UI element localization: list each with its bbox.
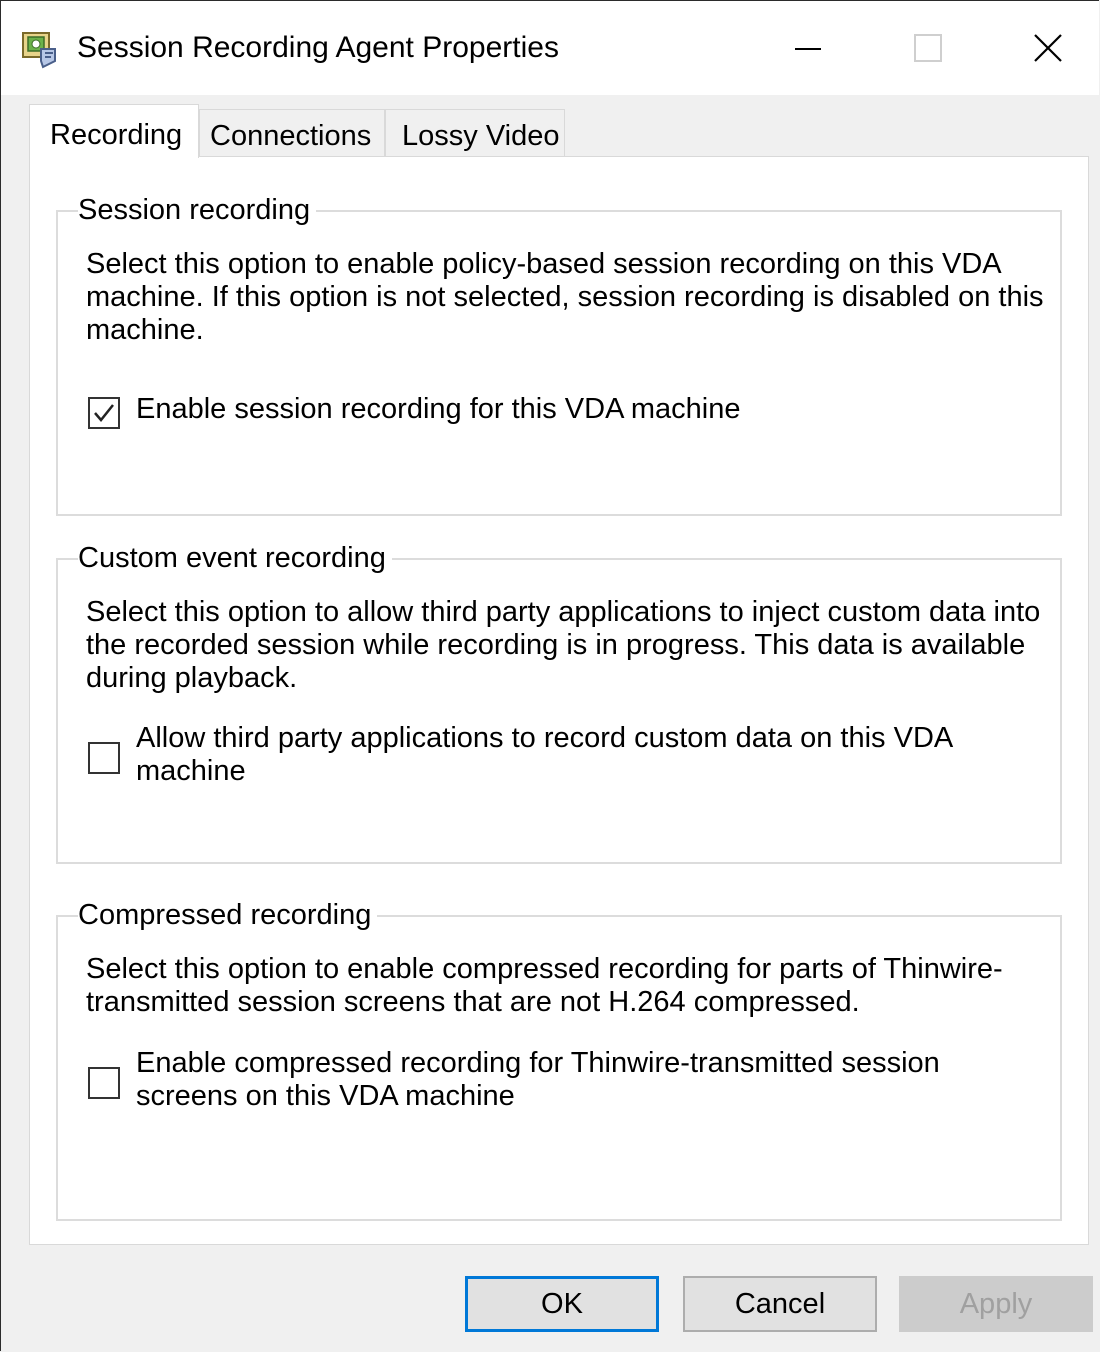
tab-connections[interactable]: Connections — [199, 109, 385, 157]
minimize-icon — [795, 48, 821, 50]
tab-recording[interactable]: Recording — [29, 104, 199, 158]
enable-compressed-recording-option[interactable]: Enable compressed recording for Thinwire… — [86, 1047, 1046, 1117]
checkmark-icon — [94, 404, 114, 422]
dialog-body: Recording Connections Lossy Video Sessio… — [1, 95, 1099, 1352]
group-title: Compressed recording — [78, 895, 378, 935]
checkbox-label: Enable session recording for this VDA ma… — [136, 393, 741, 425]
cancel-button[interactable]: Cancel — [683, 1276, 877, 1332]
maximize-button[interactable] — [873, 1, 983, 95]
custom-event-recording-group: Custom event recording Select this optio… — [56, 538, 1062, 864]
checkbox-label: Enable compressed recording for Thinwire… — [136, 1047, 940, 1112]
enable-session-recording-checkbox[interactable] — [88, 397, 120, 429]
allow-custom-data-checkbox[interactable] — [88, 742, 120, 774]
tab-label: Connections — [210, 120, 372, 152]
close-button[interactable] — [993, 1, 1100, 95]
ok-button[interactable]: OK — [465, 1276, 659, 1332]
title-bar[interactable]: Session Recording Agent Properties — [1, 1, 1099, 95]
session-recording-agent-icon — [22, 32, 56, 69]
allow-custom-data-option[interactable]: Allow third party applications to record… — [86, 722, 1046, 792]
close-icon — [1034, 34, 1062, 62]
properties-dialog: Session Recording Agent Properties Recor… — [0, 0, 1099, 1352]
group-title: Custom event recording — [78, 538, 392, 578]
tab-label: Recording — [50, 119, 183, 151]
compressed-recording-group: Compressed recording Select this option … — [56, 895, 1062, 1221]
checkbox-label: Allow third party applications to record… — [136, 722, 952, 787]
session-recording-group: Session recording Select this option to … — [56, 190, 1062, 516]
apply-button[interactable]: Apply — [899, 1276, 1093, 1332]
window-title: Session Recording Agent Properties — [77, 31, 559, 64]
tab-label: Lossy Video — [402, 120, 560, 152]
group-title: Session recording — [78, 190, 317, 230]
minimize-button[interactable] — [753, 1, 863, 95]
group-description: Select this option to allow third party … — [86, 596, 1041, 694]
group-description: Select this option to enable policy-base… — [86, 248, 1044, 346]
maximize-icon — [914, 34, 942, 62]
recording-tab-panel: Session recording Select this option to … — [29, 156, 1089, 1245]
enable-compressed-recording-checkbox[interactable] — [88, 1067, 120, 1099]
group-description: Select this option to enable compressed … — [86, 953, 1003, 1018]
enable-session-recording-option[interactable]: Enable session recording for this VDA ma… — [86, 393, 1046, 433]
tab-lossy-video[interactable]: Lossy Video — [385, 109, 565, 157]
